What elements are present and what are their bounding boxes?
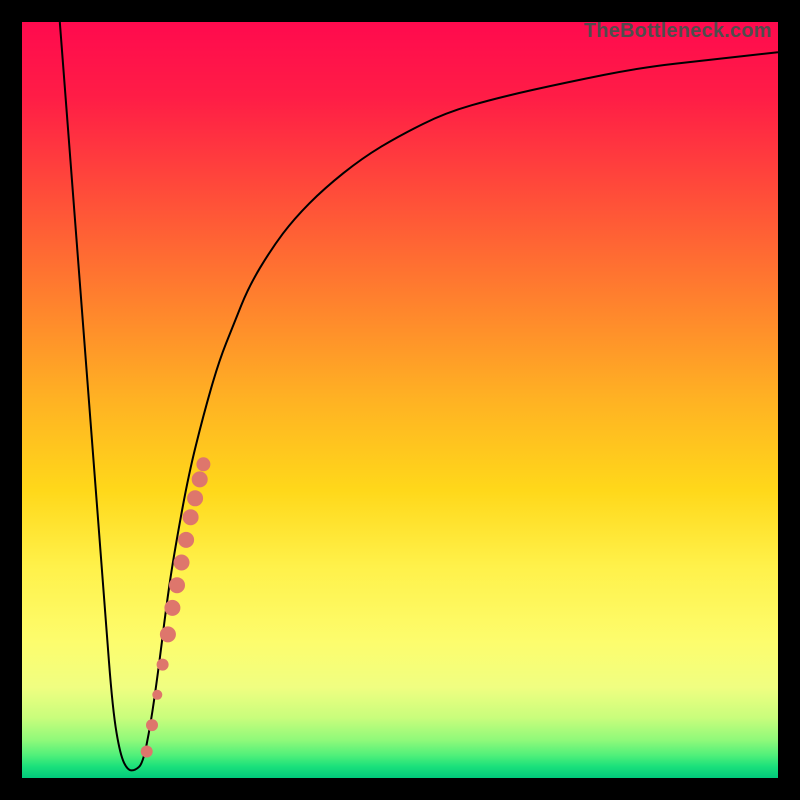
highlight-dot [187, 490, 203, 506]
highlight-dot [152, 690, 162, 700]
highlight-dot [146, 719, 158, 731]
highlight-dot [141, 746, 153, 758]
highlight-dot [164, 600, 180, 616]
watermark-label: TheBottleneck.com [584, 22, 772, 43]
plot-area: TheBottleneck.com [22, 22, 778, 778]
chart-overlay [22, 22, 778, 778]
highlight-dot [160, 626, 176, 642]
highlight-dot [169, 577, 185, 593]
highlight-dot [174, 555, 190, 571]
highlight-dots [141, 457, 211, 757]
bottleneck-curve [60, 22, 778, 770]
highlight-dot [196, 457, 210, 471]
highlight-dot [157, 659, 169, 671]
highlight-dot [178, 532, 194, 548]
highlight-dot [183, 509, 199, 525]
chart-frame: TheBottleneck.com [0, 0, 800, 800]
highlight-dot [192, 471, 208, 487]
